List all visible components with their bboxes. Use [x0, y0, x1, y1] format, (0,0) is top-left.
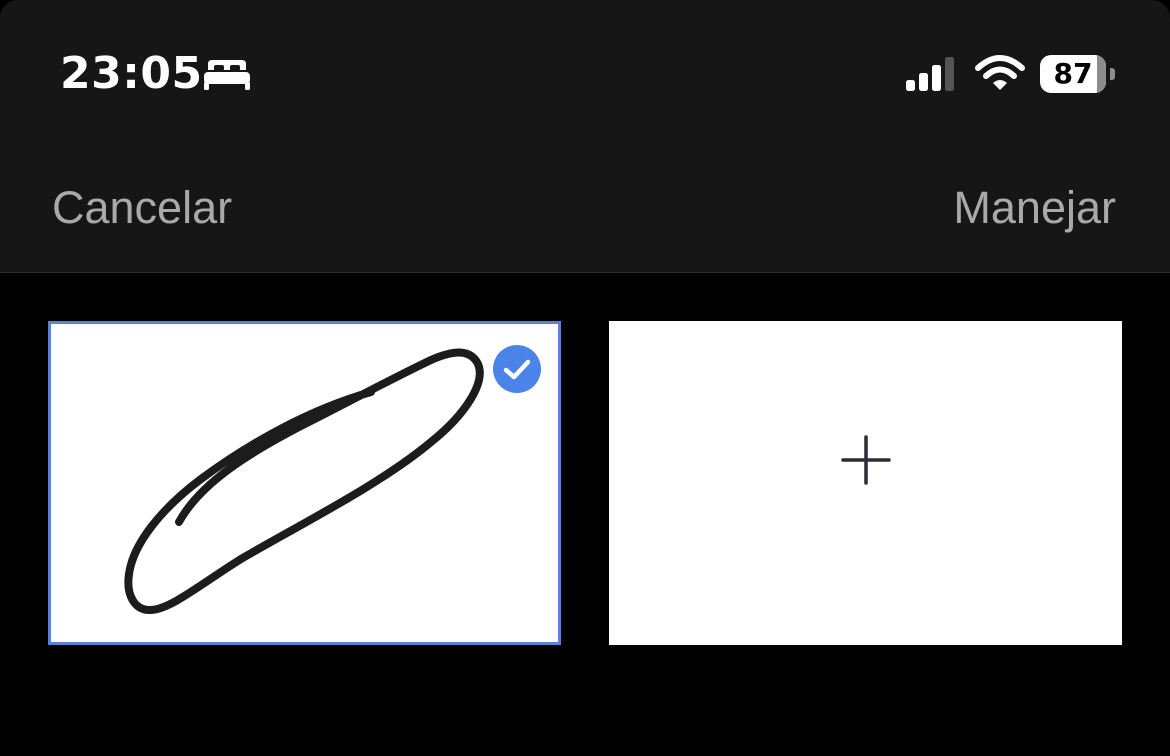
wifi-icon [975, 55, 1025, 90]
add-signature-card[interactable] [609, 321, 1122, 645]
checkmark-circle-icon [493, 345, 541, 393]
cancel-button[interactable]: Cancelar [52, 178, 232, 238]
battery-nub [1110, 68, 1115, 80]
cellular-signal-icon [906, 57, 954, 91]
status-bar: 23:05 87 [0, 0, 1170, 150]
plus-icon[interactable] [841, 435, 891, 485]
bed-icon [204, 60, 250, 90]
battery-body: 87 [1040, 55, 1106, 93]
signature-drawing [124, 348, 484, 614]
top-bar: 23:05 87 Cancelar Manejar [0, 0, 1170, 273]
saved-signature-card[interactable] [48, 321, 561, 645]
battery-percent: 87 [1053, 57, 1093, 90]
battery-indicator: 87 [1040, 55, 1116, 93]
status-time: 23:05 [60, 48, 203, 99]
signature-picker-screen: 23:05 87 Cancelar Manejar [0, 0, 1170, 756]
manage-button[interactable]: Manejar [953, 178, 1116, 238]
